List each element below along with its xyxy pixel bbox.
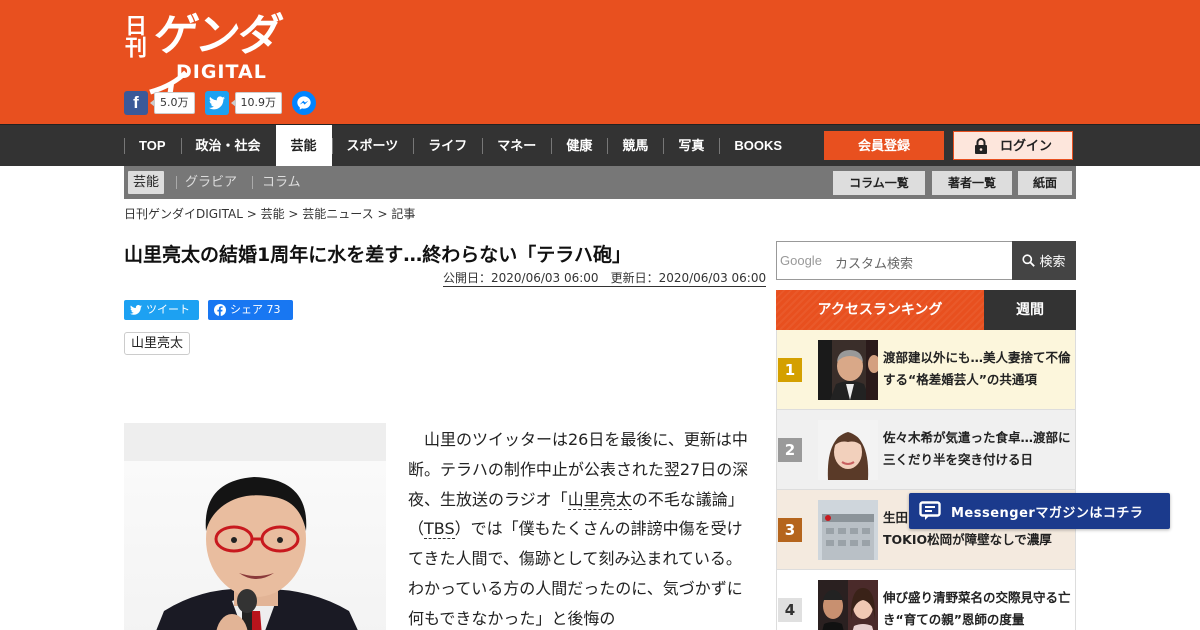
ranking-thumbnail xyxy=(818,580,878,630)
messenger-magazine-label: Messengerマガジンはコチラ xyxy=(951,505,1144,521)
body-text-3: ）では「僕もたくさんの誹謗中傷を受けてきた人間で、傷跡として刻み込まれている。わ… xyxy=(408,519,743,628)
ranking-headline: 佐々木希が気遣った食卓…渡部に三くだり半を突き付ける日 xyxy=(883,430,1071,467)
ranking-thumbnail xyxy=(818,420,878,480)
nav-item-9[interactable]: BOOKS xyxy=(719,125,797,167)
twitter-count: 10.9万 xyxy=(230,92,282,114)
register-button[interactable]: 会員登録 xyxy=(824,131,944,160)
ranking-headline-line2: TOKIO松岡が障壁なしで濃厚 xyxy=(883,532,1052,547)
search-icon xyxy=(1022,254,1036,267)
login-label: ログイン xyxy=(999,138,1052,153)
nav-item-3[interactable]: スポーツ xyxy=(331,125,414,167)
tweet-button[interactable]: ツイート xyxy=(124,300,199,320)
facebook-icon: f xyxy=(124,91,148,115)
facebook-share-button[interactable]: シェア 73 xyxy=(208,300,293,320)
login-button[interactable]: ログイン xyxy=(953,131,1073,160)
photo-image xyxy=(124,461,386,630)
search-input[interactable]: カスタム検索 xyxy=(835,253,913,272)
subnav-divider xyxy=(176,176,177,189)
tag-link-yamasato[interactable]: 山里亮太 xyxy=(567,489,632,510)
column-list-button[interactable]: コラム一覧 xyxy=(833,171,925,195)
author-list-button[interactable]: 著者一覧 xyxy=(932,171,1012,195)
ranking-title: アクセスランキング xyxy=(776,290,984,330)
nav-item-5[interactable]: マネー xyxy=(482,125,551,167)
subnav-divider xyxy=(252,176,253,189)
search-button-label: 検索 xyxy=(1039,255,1066,270)
logo-nikkan: 日刊 xyxy=(121,14,147,58)
messenger-icon[interactable] xyxy=(292,91,316,115)
custom-search: Google カスタム検索 検索 xyxy=(776,241,1076,280)
twitter-icon xyxy=(204,91,229,115)
article-body: 山里のツイッターは26日を最後に、更新は中断。テラハの制作中止が公表された翌27… xyxy=(408,425,754,630)
facebook-count: 5.0万 xyxy=(150,92,195,114)
updated-date: 更新日：2020/06/03 06:00 xyxy=(610,271,767,285)
ranking-thumbnail xyxy=(818,500,878,560)
ranking-item[interactable]: 2 佐々木希が気遣った食卓…渡部に三くだり半を突き付ける日 xyxy=(776,410,1076,490)
article-dates: 公開日：2020/06/03 06:00 更新日：2020/06/03 06:00 xyxy=(443,270,767,287)
article-title: 山里亮太の結婚1周年に水を差す…終わらない「テラハ砲」 xyxy=(124,244,632,266)
nav-item-2[interactable]: 芸能 xyxy=(275,125,332,167)
social-counts: f 5.0万 10.9万 xyxy=(124,91,316,115)
messenger-magazine-button[interactable]: Messengerマガジンはコチラ xyxy=(909,493,1170,529)
share-label: シェア 73 xyxy=(230,303,281,316)
lock-icon xyxy=(974,137,987,154)
paper-button[interactable]: 紙面 xyxy=(1018,171,1072,195)
subnav-item-geino[interactable]: 芸能 xyxy=(128,171,165,194)
rank-number: 1 xyxy=(778,358,802,382)
ranking-period-tab[interactable]: 週間 xyxy=(984,290,1076,330)
rank-number: 2 xyxy=(778,438,802,462)
chat-icon xyxy=(919,501,941,520)
tag-link-tbs[interactable]: TBS xyxy=(424,519,455,540)
article-tag[interactable]: 山里亮太 xyxy=(124,332,191,355)
facebook-like[interactable]: f 5.0万 xyxy=(124,91,195,115)
site-logo[interactable]: 日刊 ゲンダイ DIGITAL xyxy=(121,10,314,117)
published-date: 公開日：2020/06/03 06:00 xyxy=(443,271,599,285)
ranking-headline: 伸び盛り清野菜名の交際見守る亡き“育ての親”恩師の度量 xyxy=(883,590,1071,627)
logo-digital: DIGITAL xyxy=(176,61,267,83)
ranking-header: アクセスランキング 週間 xyxy=(776,290,1076,330)
nav-item-8[interactable]: 写真 xyxy=(663,125,719,167)
ranking-item[interactable]: 4 伸び盛り清野菜名の交際見守る亡き“育ての親”恩師の度量 xyxy=(776,570,1076,630)
twitter-icon xyxy=(130,305,142,315)
nav-item-7[interactable]: 競馬 xyxy=(607,125,663,167)
breadcrumb[interactable]: 日刊ゲンダイDIGITAL > 芸能 > 芸能ニュース > 記事 xyxy=(124,205,415,223)
twitter-follow[interactable]: 10.9万 xyxy=(204,91,282,115)
nav-item-4[interactable]: ライフ xyxy=(413,125,482,167)
ranking-headline: 渡部建以外にも…美人妻捨て不倫する“格差婚芸人”の共通項 xyxy=(883,350,1071,387)
ranking-thumbnail xyxy=(818,340,878,400)
nav-item-0[interactable]: TOP xyxy=(124,125,181,167)
sub-nav: 芸能 グラビア コラム コラム一覧 著者一覧 紙面 xyxy=(124,166,1076,199)
nav-item-6[interactable]: 健康 xyxy=(551,125,607,167)
ranking-item[interactable]: 1 渡部建以外にも…美人妻捨て不倫する“格差婚芸人”の共通項 xyxy=(776,330,1076,410)
subnav-item-column[interactable]: コラム xyxy=(262,171,301,194)
rank-number: 4 xyxy=(778,598,802,622)
facebook-icon xyxy=(214,304,226,316)
subnav-item-gravure[interactable]: グラビア xyxy=(185,171,237,194)
article-paragraph: 山里のツイッターは26日を最後に、更新は中断。テラハの制作中止が公表された翌27… xyxy=(408,425,754,630)
search-button[interactable]: 検索 xyxy=(1012,241,1076,280)
tweet-label: ツイート xyxy=(146,303,190,316)
google-label: Google xyxy=(780,253,822,268)
article-photo xyxy=(124,423,386,630)
site-header: 日刊 ゲンダイ DIGITAL f 5.0万 10.9万 xyxy=(0,0,1200,124)
main-nav-list: TOP 政治・社会 芸能 スポーツ ライフ マネー 健康 競馬 写真 BOOKS xyxy=(124,125,797,167)
rank-number: 3 xyxy=(778,518,802,542)
ranking-headline-line1: 生田 xyxy=(883,510,909,525)
main-nav: TOP 政治・社会 芸能 スポーツ ライフ マネー 健康 競馬 写真 BOOKS 会員登録 ログイ… xyxy=(0,124,1200,167)
nav-item-1[interactable]: 政治・社会 xyxy=(180,125,276,167)
